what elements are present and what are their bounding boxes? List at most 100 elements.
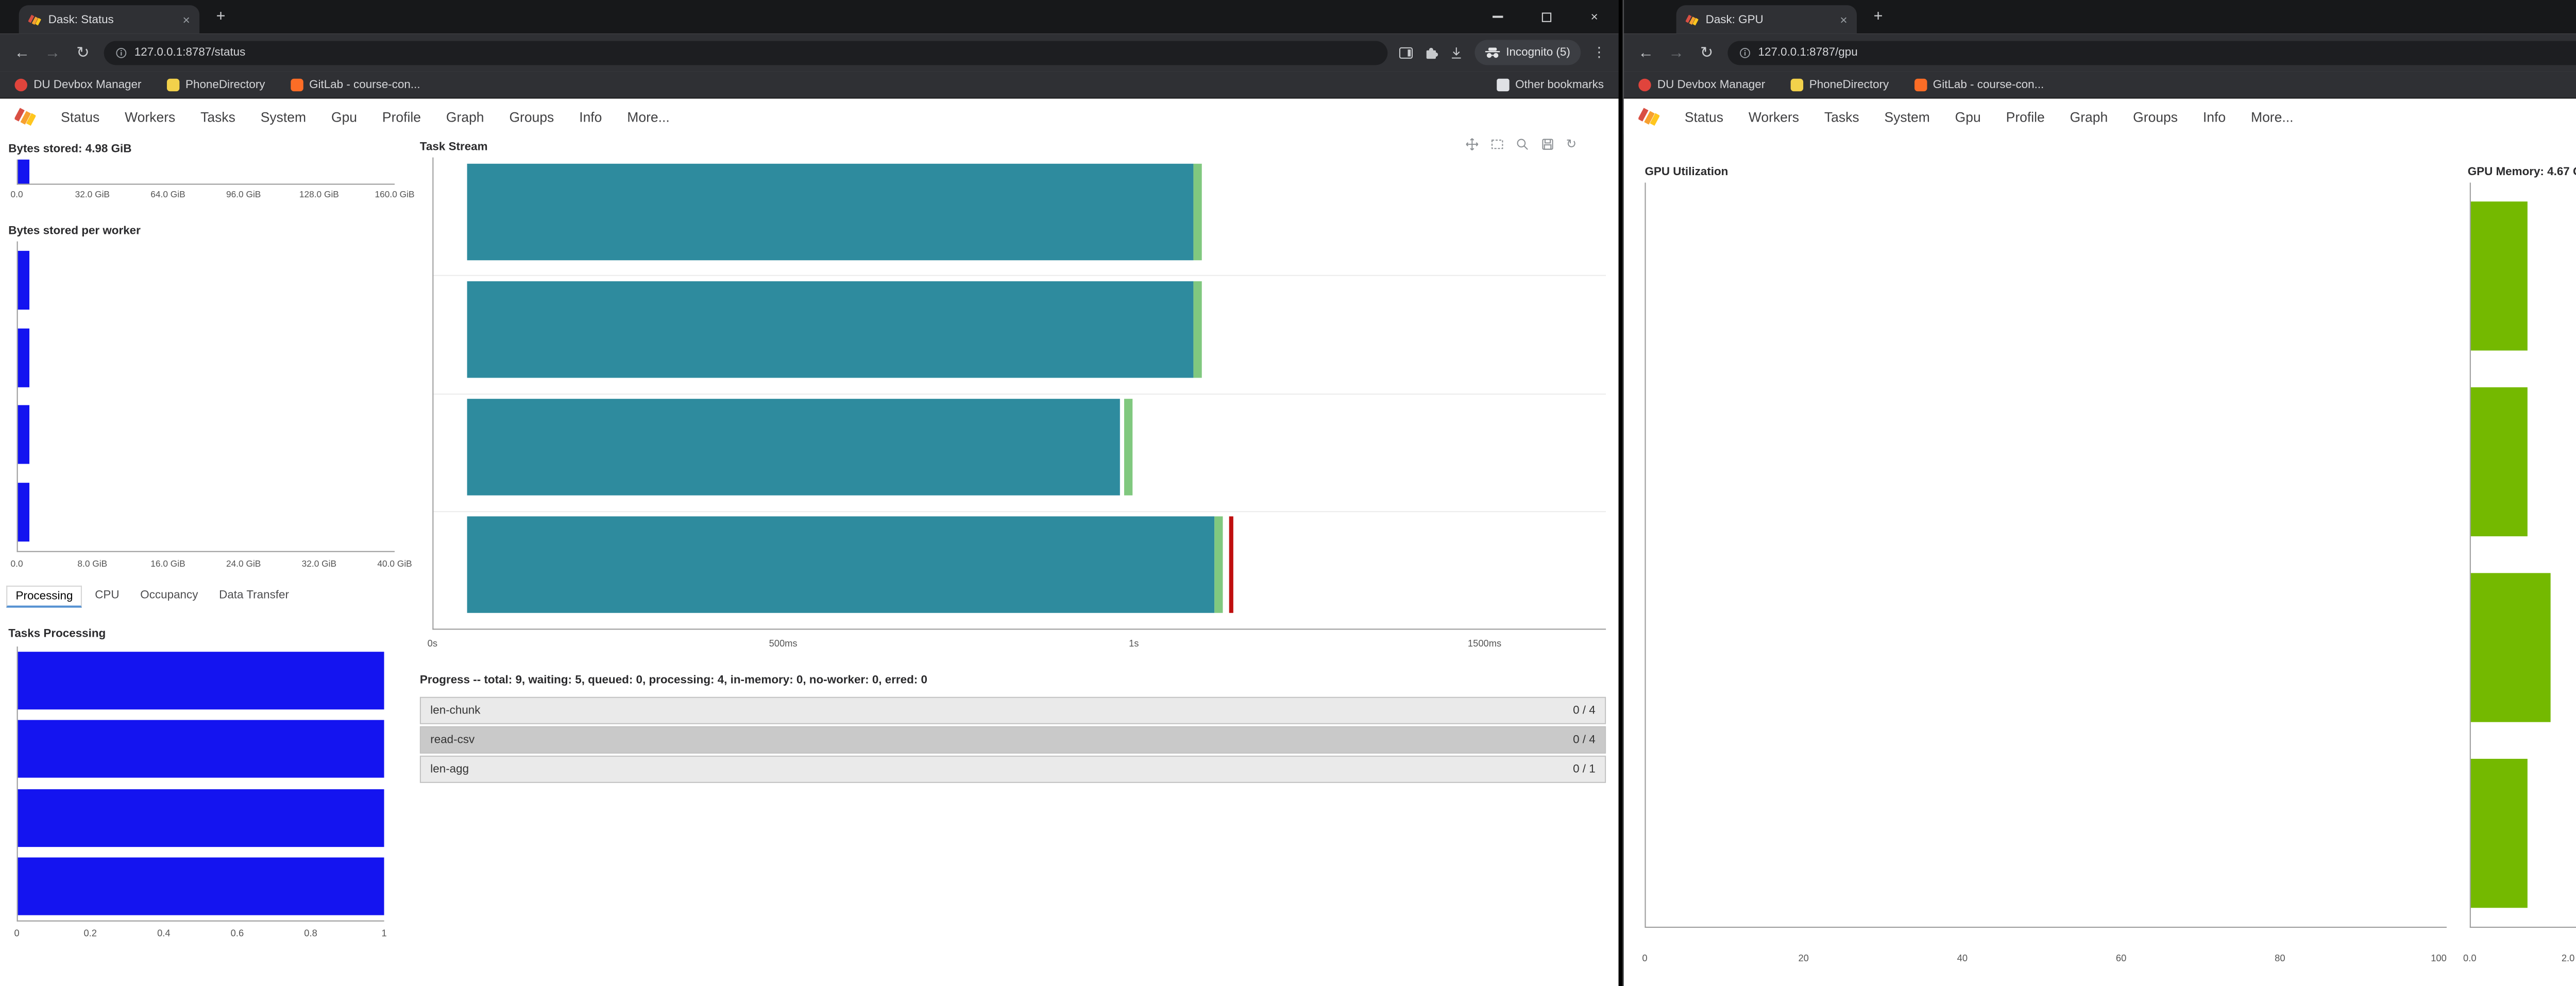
progress-count: 0 / 4 — [1573, 734, 1596, 746]
back-button[interactable]: ← — [1636, 44, 1655, 62]
nav-profile[interactable]: Profile — [382, 109, 421, 125]
other-bookmarks-label: Other bookmarks — [1515, 78, 1604, 91]
dask-logo — [1638, 106, 1659, 127]
nav-groups[interactable]: Groups — [509, 109, 554, 125]
nav-status[interactable]: Status — [61, 109, 99, 125]
gpu-utilization-chart[interactable] — [1645, 182, 2447, 927]
wheel-zoom-tool-icon[interactable] — [1516, 137, 1529, 150]
address-bar[interactable]: 127.0.0.1:8787/status — [104, 40, 1387, 64]
save-tool-icon[interactable] — [1541, 137, 1554, 150]
task-stream-chart[interactable] — [432, 158, 1606, 630]
tasks-processing-tick-label: 0.4 — [157, 928, 170, 938]
browser-tab-status[interactable]: Dask: Status × — [19, 5, 199, 33]
tasks-processing-tick-label: 0.8 — [304, 928, 317, 938]
nav-system[interactable]: System — [1884, 109, 1929, 125]
tab-occupancy[interactable]: Occupancy — [132, 586, 207, 608]
new-tab-button[interactable]: + — [1874, 7, 1883, 25]
other-bookmarks[interactable]: Other bookmarks — [1496, 78, 1604, 91]
nav-info[interactable]: Info — [579, 109, 602, 125]
progress-name: read-csv — [430, 734, 474, 746]
bookmark-favicon — [1790, 78, 1803, 91]
site-info-icon[interactable] — [1739, 47, 1751, 58]
forward-button[interactable]: → — [43, 44, 62, 62]
site-info-icon[interactable] — [115, 47, 127, 58]
nav-groups[interactable]: Groups — [2133, 109, 2178, 125]
dask-favicon — [1686, 13, 1698, 25]
nav-workers[interactable]: Workers — [125, 109, 175, 125]
address-bar[interactable]: 127.0.0.1:8787/gpu — [1727, 40, 2576, 64]
nav-more[interactable]: More... — [627, 109, 669, 125]
bytes-per-worker-bar-3 — [18, 483, 30, 541]
new-tab-button[interactable]: + — [216, 7, 226, 25]
bookmark-favicon — [290, 78, 302, 91]
nav-gpu[interactable]: Gpu — [331, 109, 357, 125]
nav-workers[interactable]: Workers — [1749, 109, 1799, 125]
bytes-stored-tick-label: 96.0 GiB — [226, 189, 261, 199]
tasks-processing-tick-label: 1 — [382, 928, 387, 938]
bookmark-du-devbox[interactable]: DU Devbox Manager — [15, 78, 142, 91]
gpu-memory-title: GPU Memory: 4.67 GiB / 60.00 GiB — [2468, 166, 2576, 178]
forward-button[interactable]: → — [1667, 44, 1686, 62]
reload-button[interactable]: ↻ — [1697, 43, 1716, 62]
bookmarks-bar: DU Devbox Manager PhoneDirectory GitLab … — [0, 72, 1619, 99]
bokeh-toolbar: ↻ — [1465, 137, 1577, 151]
box-zoom-tool-icon[interactable] — [1490, 137, 1504, 150]
bookmark-gitlab[interactable]: GitLab - course-con... — [1914, 78, 2044, 91]
bookmark-gitlab[interactable]: GitLab - course-con... — [290, 78, 420, 91]
close-button[interactable]: × — [1570, 0, 1619, 33]
back-button[interactable]: ← — [12, 44, 31, 62]
gpu-memory-bar-3 — [2471, 759, 2528, 908]
nav-tasks[interactable]: Tasks — [1824, 109, 1859, 125]
nav-info[interactable]: Info — [2203, 109, 2226, 125]
bytes-stored-tick-label: 160.0 GiB — [375, 189, 415, 199]
bytes-stored-chart[interactable] — [17, 160, 395, 185]
bytes-per-worker-chart[interactable] — [17, 242, 395, 552]
task-stream-accent-bar — [1214, 517, 1223, 613]
bookmark-label: DU Devbox Manager — [33, 78, 141, 91]
tab-close-icon[interactable]: × — [1840, 13, 1847, 25]
minimize-button[interactable] — [1473, 0, 1522, 33]
incognito-badge[interactable]: Incognito (5) — [1475, 40, 1581, 65]
nav-gpu[interactable]: Gpu — [1955, 109, 1981, 125]
reload-button[interactable]: ↻ — [74, 43, 93, 62]
nav-graph[interactable]: Graph — [2070, 109, 2108, 125]
side-panel-icon[interactable] — [1399, 46, 1412, 59]
nav-graph[interactable]: Graph — [446, 109, 484, 125]
bookmark-phonedirectory[interactable]: PhoneDirectory — [1790, 78, 1889, 91]
pan-tool-icon[interactable] — [1465, 137, 1479, 150]
downloads-icon[interactable] — [1449, 46, 1463, 59]
gpu-memory-chart[interactable] — [2470, 182, 2576, 927]
tasks-processing-chart[interactable] — [17, 647, 384, 922]
extensions-puzzle-icon[interactable] — [1424, 46, 1437, 59]
task-stream-tick-label: 500ms — [769, 638, 798, 649]
tab-data-transfer[interactable]: Data Transfer — [211, 586, 297, 608]
nav-system[interactable]: System — [261, 109, 306, 125]
nav-status[interactable]: Status — [1685, 109, 1723, 125]
panel-tabs: Processing CPU Occupancy Data Transfer — [6, 586, 297, 608]
gpu-memory-bar-1 — [2471, 387, 2528, 536]
reset-tool-icon[interactable]: ↻ — [1566, 137, 1577, 151]
browser-window-gpu: Dask: GPU × + × ← → ↻ 127.0.0.1:8787/gpu — [1623, 0, 2576, 986]
bookmark-du-devbox[interactable]: DU Devbox Manager — [1638, 78, 1765, 91]
desktop: Dask: Status × + × ← → ↻ 127.0.0.1:8787/… — [0, 0, 2576, 986]
task-stream-line-bar — [1230, 517, 1234, 613]
browser-tab-gpu[interactable]: Dask: GPU × — [1676, 5, 1857, 33]
browser-toolbar: ← → ↻ 127.0.0.1:8787/status Incognito (5… — [0, 33, 1619, 71]
tasks-processing-tick-label: 0.2 — [83, 928, 96, 938]
nav-more[interactable]: More... — [2251, 109, 2293, 125]
bookmark-phonedirectory[interactable]: PhoneDirectory — [166, 78, 265, 91]
tab-processing[interactable]: Processing — [6, 586, 82, 608]
tab-close-icon[interactable]: × — [182, 13, 190, 25]
task-stream-accent-bar — [1193, 163, 1201, 260]
nav-tasks[interactable]: Tasks — [200, 109, 235, 125]
tab-cpu[interactable]: CPU — [87, 586, 128, 608]
dask-navbar: Status Workers Tasks System Gpu Profile … — [0, 99, 1619, 134]
bytes-stored-tick-label: 32.0 GiB — [75, 189, 110, 199]
nav-profile[interactable]: Profile — [2006, 109, 2045, 125]
maximize-button[interactable] — [1522, 0, 1570, 33]
browser-menu-icon[interactable]: ⋮ — [1592, 44, 1606, 61]
task-stream-task-bar — [467, 517, 1214, 613]
bookmark-label: GitLab - course-con... — [1933, 78, 2044, 91]
browser-toolbar: ← → ↻ 127.0.0.1:8787/gpu Incognito (5) — [1624, 33, 2576, 71]
task-stream-tick-label: 1500ms — [1468, 638, 1501, 649]
